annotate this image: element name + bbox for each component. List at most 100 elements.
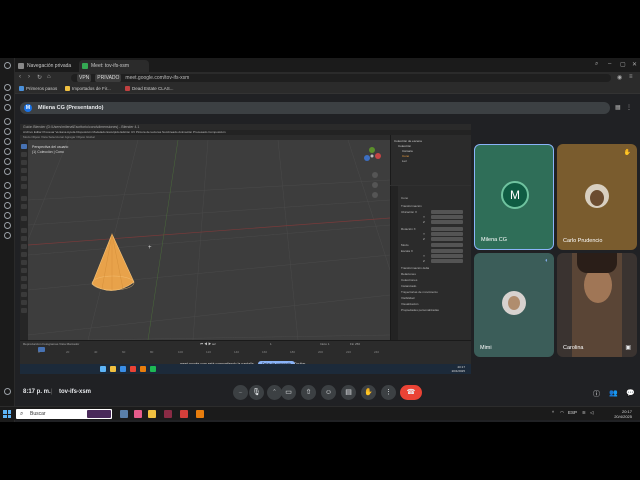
heart-icon[interactable] xyxy=(4,202,11,209)
prop-row[interactable]: Transformación delta xyxy=(401,266,429,270)
task-view-icon[interactable] xyxy=(120,410,128,418)
participant-tile-carlo[interactable]: ✋ Carlo Prudencio xyxy=(557,144,637,250)
blender-icon[interactable] xyxy=(196,410,204,418)
tab-meet[interactable]: Meet: tov-ifs-xsm xyxy=(79,60,149,72)
chrome-icon[interactable] xyxy=(180,410,188,418)
minimize-icon[interactable]: – xyxy=(608,61,611,67)
history-icon[interactable] xyxy=(4,118,11,125)
scale-z-field[interactable] xyxy=(431,259,463,263)
opera-gx-icon[interactable] xyxy=(164,410,172,418)
language-indicator[interactable]: ESP xyxy=(568,410,577,415)
telegram-icon[interactable] xyxy=(4,128,11,135)
pan-icon[interactable] xyxy=(372,182,378,188)
mic-icon[interactable]: 🎙 xyxy=(249,385,264,400)
spotify-icon[interactable] xyxy=(4,148,11,155)
taskbar-search[interactable]: ⌕ Buscar xyxy=(16,409,112,419)
network-icon[interactable]: ◠ xyxy=(560,410,564,416)
end-frame[interactable]: Fin 250 xyxy=(350,342,360,346)
downloads-icon[interactable] xyxy=(4,192,11,199)
prop-row[interactable]: Relaciones xyxy=(401,272,416,276)
bookmark-item[interactable]: Primeros pasos xyxy=(19,85,57,93)
x-icon[interactable] xyxy=(4,168,11,175)
rotation-mode-field[interactable] xyxy=(431,243,463,247)
opera-icon[interactable] xyxy=(4,62,11,69)
instagram-icon[interactable] xyxy=(4,104,11,111)
start-frame[interactable]: Inicio 1 xyxy=(320,342,330,346)
end-call-icon[interactable]: ☎ xyxy=(400,385,422,400)
search-tabs-icon[interactable]: ⌕ xyxy=(595,61,598,68)
location-y-field[interactable] xyxy=(431,215,463,219)
location-z-field[interactable] xyxy=(431,220,463,224)
rotation-y-field[interactable] xyxy=(431,232,463,236)
file-explorer-icon[interactable] xyxy=(148,410,156,418)
prop-row[interactable]: Propiedades personalizadas xyxy=(401,308,439,312)
taskbar-clock[interactable]: 20:17 20/4/2025 xyxy=(614,409,632,419)
prop-row[interactable]: Instanciado xyxy=(401,284,416,288)
back-icon[interactable]: ‹ xyxy=(19,74,21,80)
current-frame[interactable]: 1 xyxy=(270,342,272,346)
3d-viewport[interactable]: + Perspectiva del usuario (1) Colección … xyxy=(28,140,390,340)
location-x-field[interactable] xyxy=(431,210,463,214)
audio-settings-icon[interactable]: ⋯ xyxy=(233,385,248,400)
more-vert-icon[interactable]: ⋮ xyxy=(626,104,632,111)
chat-icon[interactable]: 💬 xyxy=(626,389,635,397)
prop-row[interactable]: Visualización xyxy=(401,302,418,306)
extensions-icon[interactable] xyxy=(4,232,11,239)
info-icon[interactable]: ⓘ xyxy=(593,389,600,399)
participant-tile-carolina[interactable]: ▣ Carolina xyxy=(557,253,637,357)
video-options-icon[interactable]: ⌃ xyxy=(267,385,282,400)
more-icon[interactable] xyxy=(4,388,11,395)
prop-row[interactable]: Visibilidad xyxy=(401,296,414,300)
reload-icon[interactable]: ↻ xyxy=(37,74,42,81)
more-options-icon[interactable]: ⋮ xyxy=(381,385,396,400)
participant-tile-milena[interactable]: M Milena CG xyxy=(474,144,554,250)
layout-icon[interactable]: ▦ xyxy=(615,104,621,111)
url-field[interactable]: VPN PRIVADO meet.google.com/tov-ifs-xsm xyxy=(71,74,611,82)
scale-y-field[interactable] xyxy=(431,254,463,258)
camera-icon[interactable]: ▭ xyxy=(281,385,296,400)
tray-arrow-icon[interactable]: ^ xyxy=(552,410,554,415)
outliner-row[interactable]: Cono xyxy=(402,154,409,158)
scale-x-field[interactable] xyxy=(431,249,463,253)
whatsapp-icon[interactable] xyxy=(4,94,11,101)
present-icon[interactable]: ⇧ xyxy=(301,385,316,400)
camera-view-icon[interactable] xyxy=(372,192,378,198)
copilot-icon[interactable] xyxy=(134,410,142,418)
wifi-icon[interactable]: ≋ xyxy=(582,410,586,416)
outliner-row[interactable]: Luz xyxy=(402,159,407,163)
outliner-row[interactable]: Cámara xyxy=(402,149,413,153)
people-icon[interactable]: 👥 xyxy=(609,389,618,397)
forward-icon[interactable]: › xyxy=(28,74,30,80)
bookmark-item[interactable]: Importados de Fir... xyxy=(65,85,111,93)
vpn-badge[interactable]: VPN xyxy=(77,74,92,82)
settings-icon[interactable] xyxy=(4,222,11,229)
home-icon[interactable]: ⌂ xyxy=(47,74,51,80)
windows-start-icon[interactable] xyxy=(3,410,11,418)
rotation-x-field[interactable] xyxy=(431,227,463,231)
emoji-icon[interactable]: ☺ xyxy=(321,385,336,400)
close-icon[interactable]: ✕ xyxy=(632,61,637,68)
maximize-icon[interactable]: ▢ xyxy=(620,61,626,68)
profile-icon[interactable]: ◉ xyxy=(617,74,622,81)
participant-tile-mimi[interactable]: ◖ Mimi xyxy=(474,253,554,357)
navigation-gizmo[interactable] xyxy=(361,144,383,166)
prop-row[interactable]: Trayectorias de movimiento xyxy=(401,290,438,294)
tab-private[interactable]: Navegación privada xyxy=(15,60,75,72)
messenger-icon[interactable] xyxy=(4,84,11,91)
discord-icon[interactable] xyxy=(4,138,11,145)
music-icon[interactable] xyxy=(4,158,11,165)
captions-icon[interactable]: ▤ xyxy=(341,385,356,400)
raise-hand-icon[interactable]: ✋ xyxy=(361,385,376,400)
outliner-row[interactable]: Colección de escena xyxy=(394,139,422,143)
bookmark-item[interactable]: Dead Estate CLAS... xyxy=(125,85,174,93)
bookmarks-icon[interactable] xyxy=(4,182,11,189)
outliner-row[interactable]: Colección xyxy=(398,144,411,148)
playback-controls[interactable]: ⏮ ◀ ▶ ⏭ xyxy=(200,342,215,346)
volume-icon[interactable]: ◁ xyxy=(590,410,593,416)
zoom-icon[interactable] xyxy=(372,172,378,178)
rotation-z-field[interactable] xyxy=(431,237,463,241)
menu-icon[interactable]: ≡ xyxy=(629,74,633,80)
prop-row[interactable]: Colecciones xyxy=(401,278,417,282)
cone-object[interactable] xyxy=(90,232,140,302)
history-clock-icon[interactable] xyxy=(4,212,11,219)
